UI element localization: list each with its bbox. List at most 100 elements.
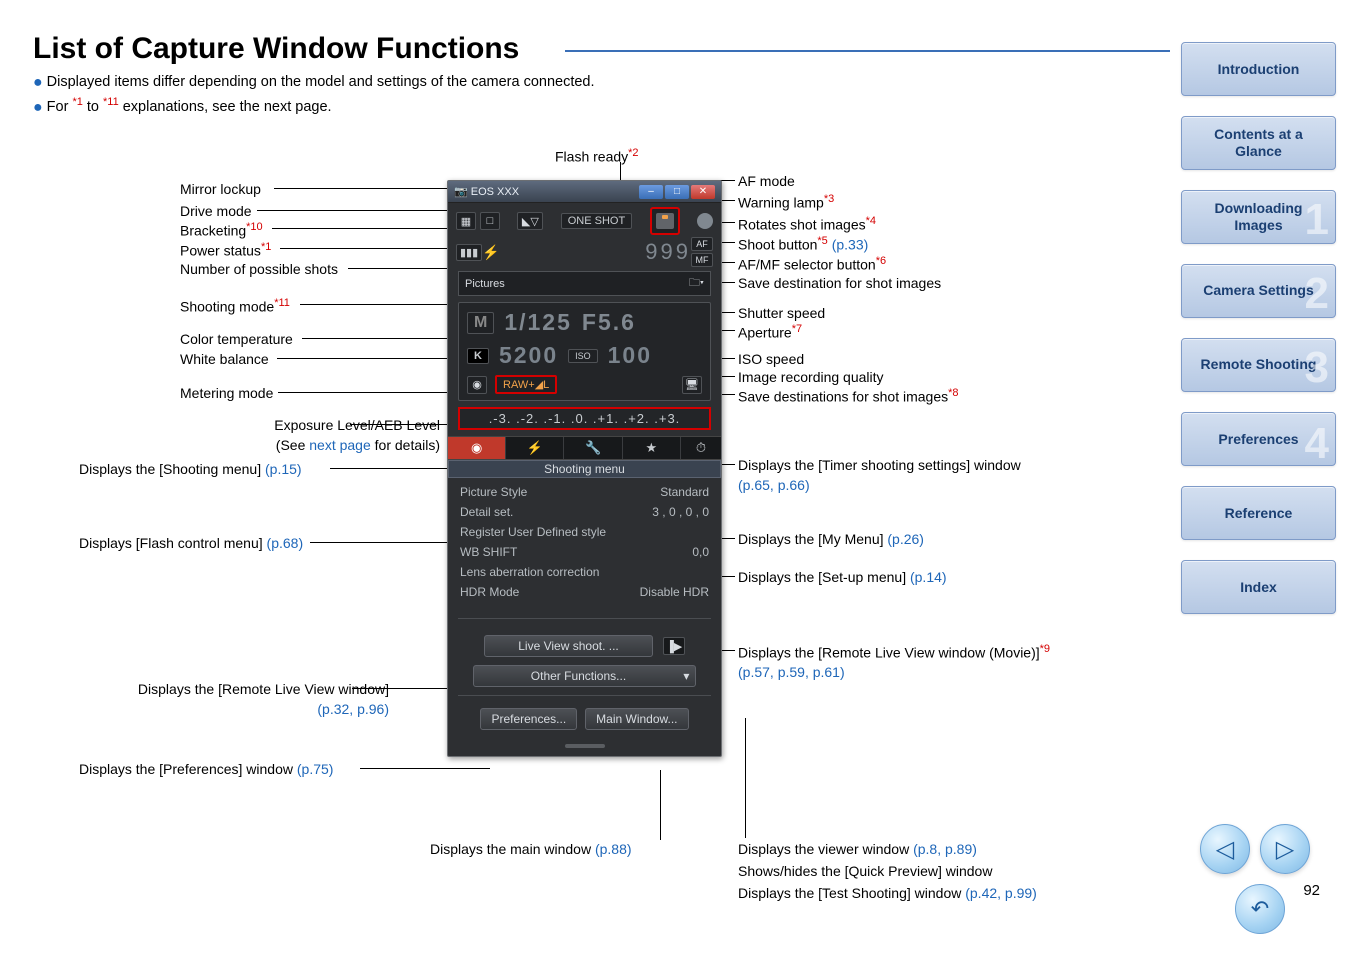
label-flash-control-menu: Displays [Flash control menu] (p.68): [79, 534, 303, 554]
intro-note-1-text: Displayed items differ depending on the …: [47, 74, 595, 90]
tab-setup[interactable]: 🔧: [564, 437, 622, 459]
label-iso-speed: ISO speed: [738, 350, 804, 370]
af-toggle[interactable]: AF: [691, 237, 713, 251]
label-exposure-level: Exposure Level/AEB Level (See next page …: [180, 416, 440, 455]
top-controls-row: ▦ □ ◣▽ ONE SHOT: [448, 203, 721, 237]
drive-mode-icon[interactable]: □: [480, 212, 500, 230]
mf-toggle[interactable]: MF: [691, 253, 713, 267]
label-rlv-movie: Displays the [Remote Live View window (M…: [738, 642, 1138, 683]
label-preferences-window: Displays the [Preferences] window (p.75): [79, 760, 333, 780]
battery-icon: ▮▮▮: [456, 244, 482, 261]
save-dest-images-icon[interactable]: 🖥: [682, 376, 702, 394]
next-page-button[interactable]: ▷: [1260, 824, 1310, 874]
af-mode-button[interactable]: ONE SHOT: [561, 213, 632, 229]
shooting-mode-button[interactable]: M: [467, 312, 494, 334]
warning-lamp-icon: [697, 213, 713, 229]
sidebar-item-introduction[interactable]: Introduction: [1181, 42, 1336, 96]
save-destination-selector[interactable]: Pictures 🗀▾: [458, 271, 711, 296]
exposure-panel: M 1/125 F5.6 K 5200 ISO 100 ◉ RAW+◢L 🖥: [458, 302, 711, 401]
title-rule: [565, 50, 1170, 52]
page-title: List of Capture Window Functions: [33, 32, 519, 66]
prev-page-button[interactable]: ◁: [1200, 824, 1250, 874]
menu-item-hdr-mode[interactable]: HDR ModeDisable HDR: [448, 582, 721, 602]
menu-item-lens-aberration[interactable]: Lens aberration correction: [448, 562, 721, 582]
label-quick-preview: Shows/hides the [Quick Preview] window: [738, 862, 992, 882]
label-drive-mode: Drive mode: [180, 202, 252, 222]
color-temperature-value[interactable]: 5200: [499, 342, 558, 369]
movie-icon[interactable]: ▐▶: [663, 637, 685, 655]
label-flash-ready: Flash ready*2: [555, 146, 639, 167]
iso-value[interactable]: 100: [608, 342, 652, 369]
label-mirror-lockup: Mirror lockup: [180, 180, 261, 200]
shutter-speed-value[interactable]: 1/125: [504, 309, 572, 336]
capture-window: 📷 EOS XXX – □ ✕ ▦ □ ◣▽ ONE SHOT ▮▮▮ ⚡ 99…: [447, 180, 722, 757]
tab-timer[interactable]: ⏱: [681, 437, 721, 459]
window-title: EOS XXX: [471, 186, 519, 198]
sidebar-item-index[interactable]: Index: [1181, 560, 1336, 614]
menu-item-wb-shift[interactable]: WB SHIFT0,0: [448, 542, 721, 562]
sidebar-item-preferences[interactable]: Preferences4: [1181, 412, 1336, 466]
label-metering-mode: Metering mode: [180, 384, 273, 404]
menu-item-picture-style[interactable]: Picture StyleStandard: [448, 482, 721, 502]
sidebar-item-camera-settings[interactable]: Camera Settings2: [1181, 264, 1336, 318]
other-functions-button[interactable]: Other Functions... ▾: [473, 665, 697, 687]
label-viewer-window: Displays the viewer window (p.8, p.89): [738, 840, 977, 860]
label-bracketing: Bracketing*10: [180, 220, 263, 241]
maximize-icon[interactable]: □: [665, 185, 689, 199]
shoot-button[interactable]: [650, 207, 680, 235]
metering-mode-icon[interactable]: ◉: [467, 376, 487, 394]
shooting-menu-list: Picture StyleStandard Detail set.3 , 0 ,…: [448, 478, 721, 610]
label-main-window: Displays the main window (p.88): [430, 840, 632, 860]
sidebar-item-contents[interactable]: Contents at a Glance: [1181, 116, 1336, 170]
label-shoot-button: Shoot button*5 (p.33): [738, 234, 868, 255]
tab-flash[interactable]: ⚡: [506, 437, 564, 459]
menu-tabbar: ◉ ⚡ 🔧 ★ ⏱: [448, 436, 721, 460]
bracketing-icon[interactable]: ◣▽: [517, 212, 543, 230]
back-button[interactable]: ↶: [1235, 884, 1285, 934]
flash-ready-icon: ⚡: [482, 244, 499, 261]
label-rotates-images: Rotates shot images*4: [738, 214, 876, 235]
live-view-button[interactable]: Live View shoot. ...: [484, 635, 653, 657]
preferences-button[interactable]: Preferences...: [480, 708, 577, 730]
status-row: ▮▮▮ ⚡ 999 AF MF: [448, 237, 721, 269]
label-image-quality: Image recording quality: [738, 368, 884, 388]
sidebar-item-remote-shooting[interactable]: Remote Shooting3: [1181, 338, 1336, 392]
resize-handle-icon[interactable]: [565, 744, 605, 748]
mirror-lockup-icon[interactable]: ▦: [456, 212, 476, 230]
folder-icon: 🗀▾: [689, 274, 704, 293]
intro-note-1: ●Displayed items differ depending on the…: [33, 74, 595, 92]
label-power-status: Power status*1: [180, 240, 271, 261]
titlebar: 📷 EOS XXX – □ ✕: [448, 181, 721, 203]
label-timer-settings: Displays the [Timer shooting settings] w…: [738, 456, 1088, 495]
label-afmf-selector: AF/MF selector button*6: [738, 254, 886, 275]
minimize-icon[interactable]: –: [639, 185, 663, 199]
aperture-value[interactable]: F5.6: [582, 309, 636, 336]
shots-counter: 999: [645, 239, 691, 265]
menu-item-register-style[interactable]: Register User Defined style: [448, 522, 721, 542]
exposure-scale[interactable]: .-3. .-2. .-1. .0. .+1. .+2. .+3.: [458, 407, 711, 430]
page-nav: ◁ ▷: [1200, 824, 1310, 874]
label-test-shooting: Displays the [Test Shooting] window (p.4…: [738, 884, 1037, 904]
sidebar-item-reference[interactable]: Reference: [1181, 486, 1336, 540]
tab-shooting[interactable]: ◉: [448, 437, 506, 459]
label-shutter-speed: Shutter speed: [738, 304, 825, 324]
intro-note-2: ●For *1 to *11 explanations, see the nex…: [33, 96, 332, 117]
label-shooting-mode: Shooting mode*11: [180, 296, 290, 317]
label-af-mode: AF mode: [738, 172, 795, 192]
label-save-destinations: Save destinations for shot images*8: [738, 386, 959, 407]
label-setup-menu: Displays the [Set-up menu] (p.14): [738, 568, 947, 588]
white-balance-button[interactable]: K: [467, 348, 489, 364]
close-icon[interactable]: ✕: [691, 185, 715, 199]
label-warning-lamp: Warning lamp*3: [738, 192, 834, 213]
label-aperture: Aperture*7: [738, 322, 802, 343]
label-possible-shots: Number of possible shots: [180, 260, 338, 280]
main-window-button[interactable]: Main Window...: [585, 708, 688, 730]
image-quality-button[interactable]: RAW+◢L: [495, 375, 557, 394]
tab-mymenu[interactable]: ★: [623, 437, 681, 459]
label-my-menu: Displays the [My Menu] (p.26): [738, 530, 924, 550]
tab-label: Shooting menu: [448, 460, 721, 478]
iso-label-icon: ISO: [568, 349, 598, 363]
label-color-temperature: Color temperature: [180, 330, 293, 350]
menu-item-detail-set[interactable]: Detail set.3 , 0 , 0 , 0: [448, 502, 721, 522]
sidebar-item-downloading[interactable]: Downloading Images1: [1181, 190, 1336, 244]
